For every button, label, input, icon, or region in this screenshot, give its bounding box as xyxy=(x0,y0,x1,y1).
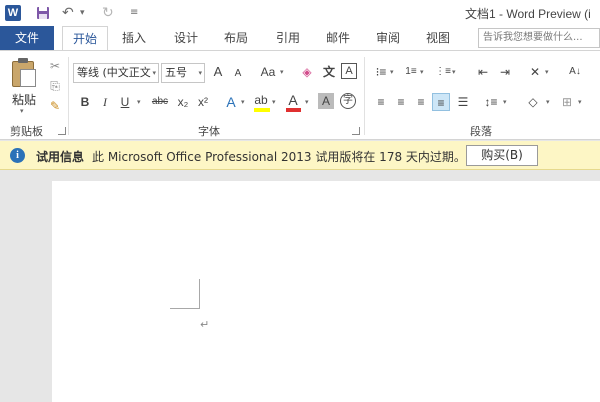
align-right-icon[interactable]: ≡ xyxy=(412,93,430,111)
increase-indent-icon[interactable]: ⇥ xyxy=(496,63,514,81)
clear-formatting-icon[interactable]: ◈ xyxy=(298,63,316,81)
font-launcher-icon[interactable] xyxy=(352,127,360,135)
font-size-combo[interactable]: 五号 ▾ xyxy=(161,63,205,83)
change-case-icon[interactable]: Aa xyxy=(256,63,280,81)
shading-dropdown-icon[interactable]: ▾ xyxy=(546,98,550,106)
cut-icon[interactable]: ✂ xyxy=(46,57,64,75)
tab-layout[interactable]: 布局 xyxy=(214,26,258,50)
copy-icon[interactable]: ⎘ xyxy=(46,77,64,95)
text-effects-dropdown-icon[interactable]: ▾ xyxy=(241,98,245,106)
bullets-icon[interactable]: ⁝≡ xyxy=(372,63,390,81)
undo-icon[interactable]: ↶ xyxy=(62,3,78,23)
highlight-icon[interactable]: ab xyxy=(252,91,270,109)
paste-button[interactable] xyxy=(10,57,38,87)
tab-design[interactable]: 设计 xyxy=(164,26,208,50)
superscript-icon[interactable]: x² xyxy=(194,93,212,111)
enclose-character-circle-icon[interactable]: 字 xyxy=(340,93,356,109)
underline-dropdown-icon[interactable]: ▾ xyxy=(137,98,141,106)
paragraph-mark: ↵ xyxy=(200,318,210,331)
subscript-icon[interactable]: x₂ xyxy=(174,93,192,111)
margin-corner-mark xyxy=(199,279,200,309)
info-icon: i xyxy=(10,148,25,163)
distributed-icon[interactable]: ☰ xyxy=(454,93,472,111)
undo-dropdown-icon[interactable]: ▾ xyxy=(80,3,90,23)
document-title: 文档1 - Word Preview (i xyxy=(465,7,591,21)
italic-icon[interactable]: I xyxy=(96,93,114,111)
tab-references[interactable]: 引用 xyxy=(266,26,310,50)
buy-button[interactable]: 购买(B) xyxy=(466,145,538,166)
margin-corner-mark xyxy=(170,308,200,309)
save-icon[interactable] xyxy=(36,3,54,23)
tab-file[interactable]: 文件 xyxy=(0,26,54,50)
font-name-value: 等线 (中文正文 xyxy=(77,66,151,79)
bullets-dropdown-icon[interactable]: ▾ xyxy=(390,68,394,76)
shading-icon[interactable]: ◇ xyxy=(524,93,542,111)
enclose-characters-icon[interactable]: A xyxy=(341,63,357,79)
align-left-icon[interactable]: ≡ xyxy=(372,93,390,111)
ribbon: 粘贴 ▾ ✂ ⎘ ✎ 剪贴板 等线 (中文正文 ▾ 五号 ▾ A A Aa ▾ … xyxy=(0,50,600,140)
font-group-label: 字体 xyxy=(198,125,220,138)
numbering-dropdown-icon[interactable]: ▾ xyxy=(420,68,424,76)
info-title: 试用信息 xyxy=(36,150,85,164)
tab-mailings[interactable]: 邮件 xyxy=(316,26,360,50)
borders-icon[interactable]: ⊞ xyxy=(558,93,576,111)
tab-view[interactable]: 视图 xyxy=(416,26,460,50)
bold-icon[interactable]: B xyxy=(76,93,94,111)
ribbon-tabs: 文件 开始 插入 设计 布局 引用 邮件 审阅 视图 告诉我您想要做什么... xyxy=(0,26,600,51)
document-page[interactable]: ↵ xyxy=(52,181,600,402)
decrease-indent-icon[interactable]: ⇤ xyxy=(474,63,492,81)
format-painter-icon[interactable]: ✎ xyxy=(46,97,64,115)
highlight-dropdown-icon[interactable]: ▾ xyxy=(272,98,276,106)
sort-icon[interactable]: A↓ xyxy=(566,63,584,81)
underline-icon[interactable]: U xyxy=(116,93,134,111)
font-color-icon[interactable]: A xyxy=(284,91,302,109)
chevron-down-icon: ▾ xyxy=(152,69,156,77)
phonetic-guide-icon[interactable]: 文 xyxy=(320,63,338,81)
font-size-value: 五号 xyxy=(165,66,187,79)
strikethrough-icon[interactable]: abc xyxy=(148,93,172,111)
multilevel-dropdown-icon[interactable]: ▾ xyxy=(452,68,456,76)
shrink-font-icon[interactable]: A xyxy=(229,65,247,83)
character-shading-icon[interactable]: A xyxy=(318,93,334,109)
customize-qat-icon[interactable]: ≡ xyxy=(130,3,140,23)
font-name-combo[interactable]: 等线 (中文正文 ▾ xyxy=(73,63,159,83)
tell-me-input[interactable]: 告诉我您想要做什么... xyxy=(478,28,600,48)
tab-review[interactable]: 审阅 xyxy=(366,26,410,50)
group-divider xyxy=(364,57,365,135)
document-area: ↵ xyxy=(0,171,600,402)
trial-info-bar: i 试用信息 此 Microsoft Office Professional 2… xyxy=(0,141,600,170)
line-spacing-icon[interactable]: ↕≡ xyxy=(482,93,500,111)
align-center-icon[interactable]: ≡ xyxy=(392,93,410,111)
font-color-dropdown-icon[interactable]: ▾ xyxy=(305,98,309,106)
chinese-layout-icon[interactable]: ✕ xyxy=(526,63,544,81)
text-effects-icon[interactable]: A xyxy=(222,93,240,111)
borders-dropdown-icon[interactable]: ▾ xyxy=(578,98,582,106)
paragraph-group-label: 段落 xyxy=(470,125,492,138)
title-bar: W ↶ ▾ ↻ ≡ 文档1 - Word Preview (i xyxy=(0,0,600,26)
word-app-icon[interactable]: W xyxy=(5,5,21,21)
paste-dropdown-icon[interactable]: ▾ xyxy=(20,107,24,115)
multilevel-list-icon[interactable]: ⋮≡ xyxy=(434,63,452,81)
justify-icon[interactable]: ≡ xyxy=(432,93,450,111)
change-case-dropdown-icon[interactable]: ▾ xyxy=(280,68,284,76)
paper-icon xyxy=(20,69,36,87)
highlight-color-bar xyxy=(254,108,270,112)
numbering-icon[interactable]: 1≡ xyxy=(402,63,420,81)
font-color-bar xyxy=(286,108,301,112)
chevron-down-icon: ▾ xyxy=(198,69,202,77)
clipboard-clip-icon xyxy=(18,58,28,63)
tab-home[interactable]: 开始 xyxy=(62,26,108,51)
grow-font-icon[interactable]: A xyxy=(209,63,227,81)
chinese-layout-dropdown-icon[interactable]: ▾ xyxy=(545,68,549,76)
redo-icon[interactable]: ↻ xyxy=(102,3,118,23)
paste-label[interactable]: 粘贴 xyxy=(12,91,36,108)
clipboard-launcher-icon[interactable] xyxy=(58,127,66,135)
tab-insert[interactable]: 插入 xyxy=(114,26,154,50)
info-message: 此 Microsoft Office Professional 2013 试用版… xyxy=(92,150,466,164)
group-divider xyxy=(68,57,69,135)
line-spacing-dropdown-icon[interactable]: ▾ xyxy=(503,98,507,106)
clipboard-group-label: 剪贴板 xyxy=(10,125,43,138)
